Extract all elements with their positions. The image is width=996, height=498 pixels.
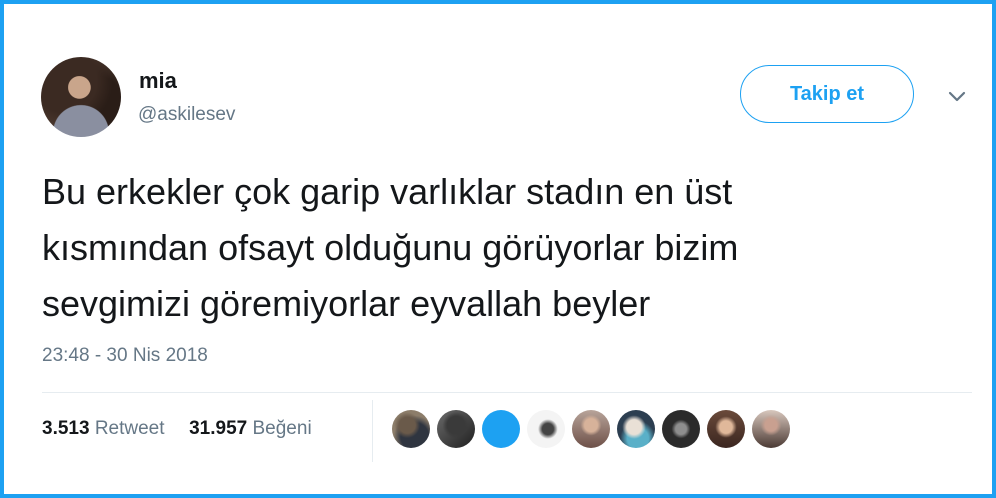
likers-avatar-list (392, 410, 790, 450)
tweet-timestamp[interactable]: 23:48 - 30 Nis 2018 (42, 344, 208, 368)
liker-avatar[interactable] (572, 410, 610, 448)
liker-avatar[interactable] (617, 410, 655, 448)
tweet-text-line: sevgimizi göremiyorlar eyvallah beyler (42, 283, 651, 324)
liker-avatar[interactable] (437, 410, 475, 448)
follow-button[interactable]: Takip et (740, 65, 914, 123)
tweet-card: mia @askilesev Takip et Bu erkekler çok … (0, 0, 996, 498)
liker-avatar[interactable] (707, 410, 745, 448)
like-stat[interactable]: 31.957 Beğeni (189, 418, 312, 439)
like-label: Beğeni (252, 418, 312, 439)
tweet-text-line: kısmından ofsayt olduğunu görüyorlar biz… (42, 227, 739, 268)
tweet-stats: 3.513 Retweet 31.957 Beğeni (42, 416, 312, 442)
avatar[interactable] (41, 57, 121, 137)
tweet-text-line: Bu erkekler çok garip varlıklar stadın e… (42, 171, 733, 212)
liker-avatar[interactable] (527, 410, 565, 448)
retweet-stat[interactable]: 3.513 Retweet (42, 418, 165, 439)
stats-separator (372, 400, 373, 462)
user-name[interactable]: mia (139, 68, 177, 94)
liker-avatar[interactable] (752, 410, 790, 448)
like-count: 31.957 (189, 418, 248, 439)
divider (42, 392, 972, 393)
liker-avatar[interactable] (482, 410, 520, 448)
user-handle[interactable]: @askilesev (138, 104, 235, 126)
retweet-label: Retweet (94, 418, 165, 439)
retweet-count: 3.513 (42, 418, 90, 439)
liker-avatar[interactable] (662, 410, 700, 448)
tweet-text: Bu erkekler çok garip varlıklar stadın e… (42, 164, 962, 332)
liker-avatar[interactable] (392, 410, 430, 448)
chevron-down-icon[interactable] (944, 84, 970, 110)
